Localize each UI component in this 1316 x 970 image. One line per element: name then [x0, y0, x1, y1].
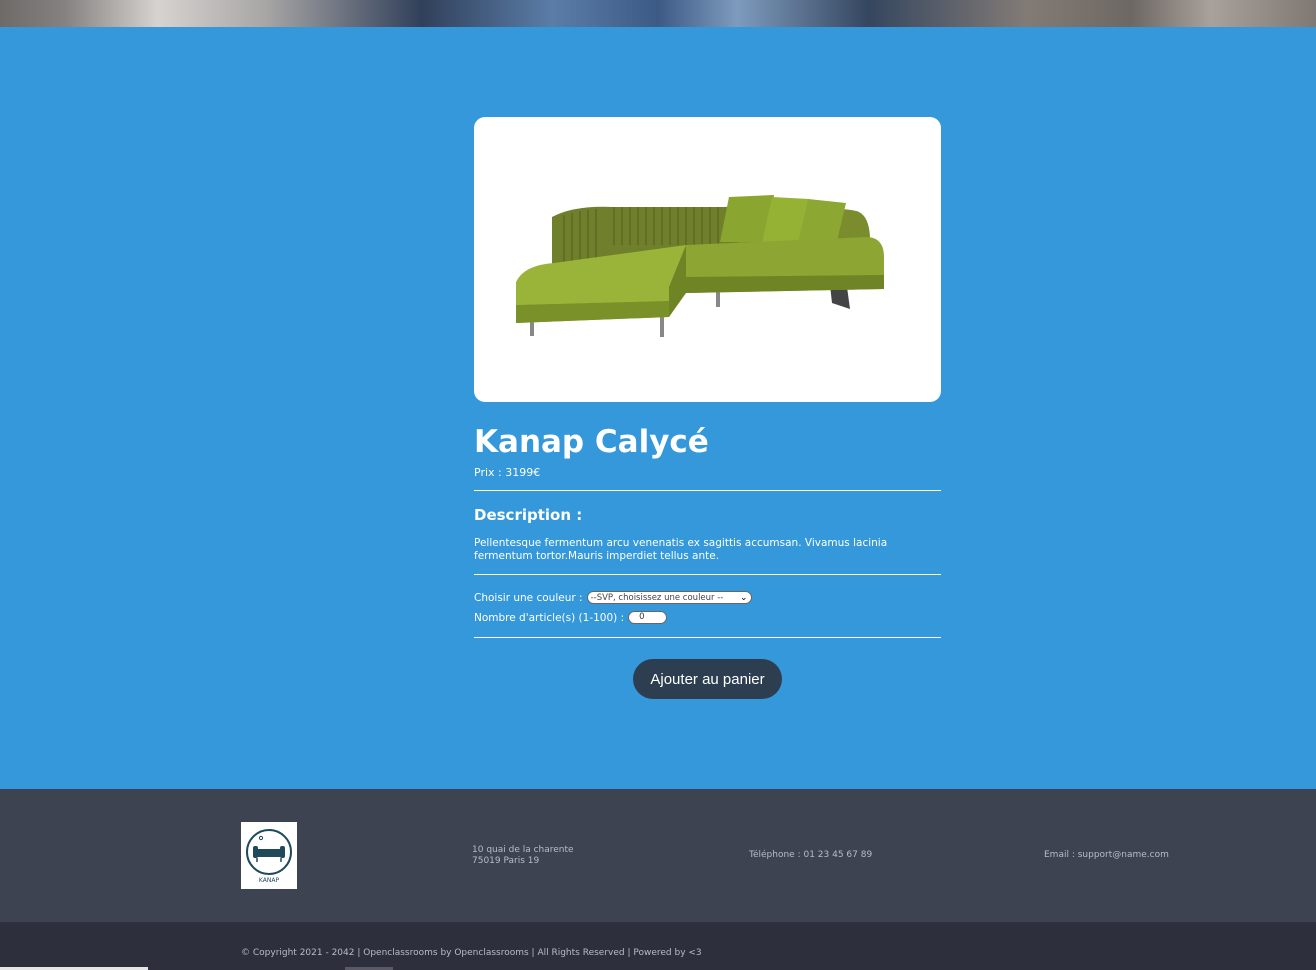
- footer-email: Email : support@name.com: [1044, 850, 1169, 860]
- footer-address: 10 quai de la charente 75019 Paris 19: [472, 845, 574, 867]
- description-heading: Description :: [474, 506, 583, 524]
- price-label: Prix :: [474, 466, 506, 479]
- price-row: Prix : 3199€: [474, 466, 540, 479]
- address-line-2: 75019 Paris 19: [472, 856, 540, 866]
- price-value: 3199: [505, 466, 534, 479]
- description-text: Pellentesque fermentum arcu venenatis ex…: [474, 537, 888, 562]
- quantity-row: Nombre d'article(s) (1-100) : 0: [474, 611, 668, 624]
- chevron-down-icon: ⌄: [740, 592, 748, 603]
- color-select[interactable]: --SVP, choisissez une couleur -- ⌄: [586, 591, 752, 604]
- sofa-image: [516, 195, 884, 337]
- quantity-label: Nombre d'article(s) (1-100) :: [474, 611, 625, 624]
- add-to-cart-button[interactable]: Ajouter au panier: [633, 659, 782, 699]
- logo-text: KANAP: [259, 877, 280, 884]
- divider: [474, 490, 941, 491]
- divider: [474, 637, 941, 638]
- footer-phone: Téléphone : 01 23 45 67 89: [749, 850, 873, 860]
- hero-banner-image: [0, 0, 1316, 27]
- product-title: Kanap Calycé: [474, 424, 709, 460]
- kanap-logo[interactable]: KANAP: [241, 822, 297, 889]
- color-select-value: --SVP, choisissez une couleur --: [590, 592, 724, 603]
- color-row: Choisir une couleur : --SVP, choisissez …: [474, 591, 752, 604]
- product-image: [474, 117, 941, 402]
- divider: [474, 574, 941, 575]
- price-currency: €: [533, 466, 541, 479]
- quantity-input[interactable]: 0: [628, 611, 668, 624]
- address-line-1: 10 quai de la charente: [472, 845, 574, 855]
- color-label: Choisir une couleur :: [474, 591, 583, 604]
- footer-bottom: [0, 922, 1316, 970]
- copyright-text: © Copyright 2021 - 2042 | Openclassrooms…: [241, 948, 702, 958]
- sofa-logo-icon: KANAP: [246, 829, 292, 884]
